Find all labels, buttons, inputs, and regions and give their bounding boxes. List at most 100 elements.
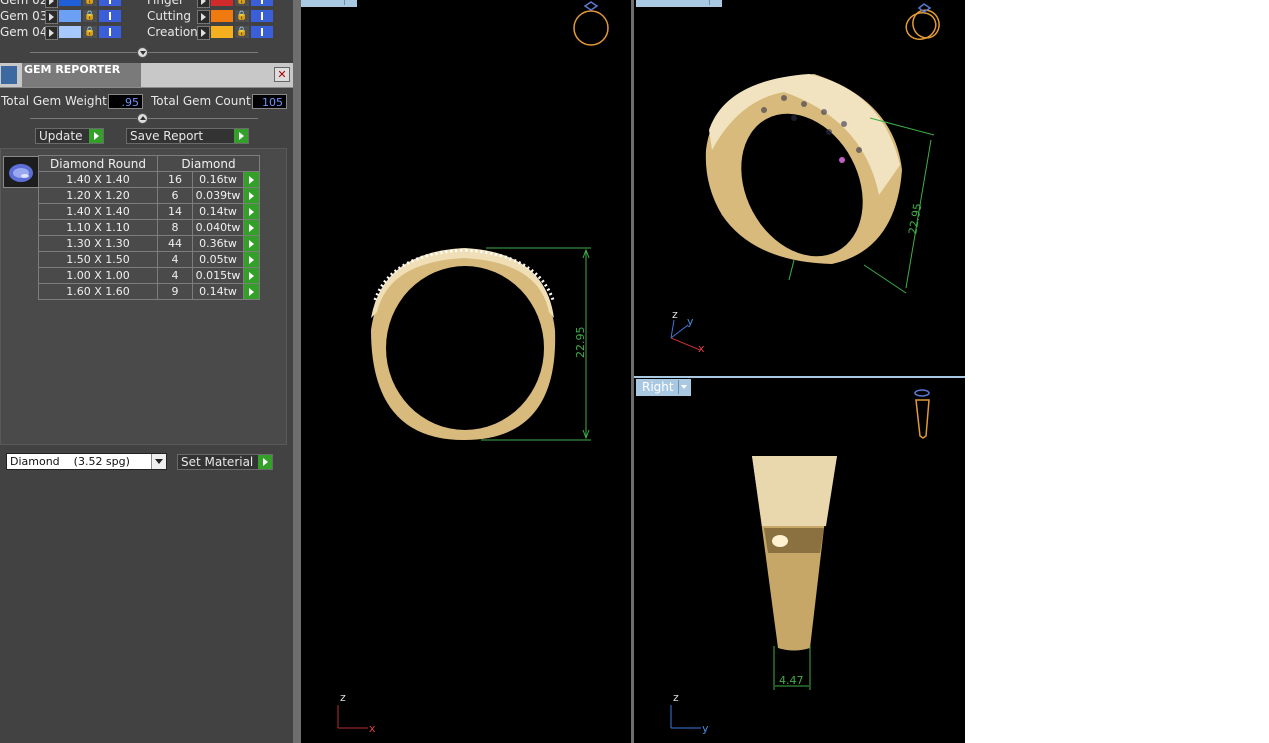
row-go-icon[interactable]	[243, 187, 260, 204]
gem-cell-count: 4	[157, 267, 193, 284]
table-row[interactable]: 1.30 X 1.30 44 0.36tw	[38, 235, 260, 252]
layer-visibility-toggle[interactable]	[99, 10, 121, 22]
gem-table-header-type: Diamond	[157, 155, 260, 172]
ring-perspective-icon[interactable]	[902, 3, 943, 43]
layer-color-swatch[interactable]	[211, 10, 233, 22]
layer-name: Gem 04	[0, 25, 48, 39]
ring-side-icon[interactable]	[914, 389, 930, 439]
layer-row[interactable]: Gem 04 🔒	[0, 24, 131, 40]
close-icon[interactable]: ✕	[274, 67, 290, 82]
table-row[interactable]: 1.40 X 1.40 16 0.16tw	[38, 171, 260, 188]
total-count-field[interactable]: 105	[252, 94, 287, 109]
gem-table-header-shape: Diamond Round	[38, 155, 158, 172]
table-row[interactable]: 1.10 X 1.10 8 0.040tw	[38, 219, 260, 236]
layer-color-swatch[interactable]	[211, 0, 233, 6]
lock-icon[interactable]: 🔒	[235, 10, 249, 22]
svg-text:x: x	[369, 722, 376, 735]
left-panel: Gem 02 🔒 Gem 03 🔒 Gem 04 🔒 Finger 🔒 Cutting 🔒 Cre…	[0, 0, 293, 743]
row-go-icon[interactable]	[243, 251, 260, 268]
layer-expand-icon[interactable]	[197, 0, 210, 8]
gem-cell-weight: 0.015tw	[192, 267, 244, 284]
gem-reporter-header: GEM REPORTER ✕	[0, 63, 293, 88]
perspective-viewport[interactable]: 22.95 z y x	[634, 0, 965, 376]
gem-cell-size: 1.00 X 1.00	[38, 267, 158, 284]
lock-icon[interactable]: 🔒	[235, 26, 249, 38]
diamond-thumbnail-icon[interactable]	[3, 156, 39, 188]
update-button[interactable]: Update	[35, 128, 104, 144]
gem-cell-size: 1.20 X 1.20	[38, 187, 158, 204]
lock-icon[interactable]: 🔒	[83, 26, 97, 38]
front-dimension-label: 22.95	[574, 327, 587, 359]
collapse-mid-icon[interactable]	[137, 113, 148, 124]
front-viewport[interactable]: 22.95 z x	[301, 0, 631, 743]
svg-text:z: z	[673, 691, 679, 704]
lock-icon[interactable]: 🔒	[235, 0, 249, 6]
layer-visibility-toggle[interactable]	[99, 26, 121, 38]
gem-reporter-icon	[1, 66, 17, 84]
layer-expand-icon[interactable]	[197, 10, 210, 24]
layer-color-swatch[interactable]	[211, 26, 233, 38]
gem-cell-count: 14	[157, 203, 193, 220]
row-go-icon[interactable]	[243, 171, 260, 188]
row-go-icon[interactable]	[243, 235, 260, 252]
table-row[interactable]: 1.40 X 1.40 14 0.14tw	[38, 203, 260, 220]
row-go-icon[interactable]	[243, 267, 260, 284]
material-select[interactable]: Diamond (3.52 spg)	[6, 453, 167, 470]
gem-cell-count: 16	[157, 171, 193, 188]
right-viewport[interactable]: Right 4.47 z y	[634, 378, 965, 743]
layer-visibility-toggle[interactable]	[251, 26, 273, 38]
layer-color-swatch[interactable]	[59, 0, 81, 6]
save-report-button[interactable]: Save Report	[126, 128, 249, 144]
layer-expand-icon[interactable]	[45, 26, 58, 40]
right-dimension-label: 4.47	[779, 674, 804, 687]
lock-icon[interactable]: 🔒	[83, 0, 97, 6]
ring-view-icon[interactable]	[573, 1, 609, 46]
lock-icon[interactable]: 🔒	[83, 10, 97, 22]
table-row[interactable]: 1.00 X 1.00 4 0.015tw	[38, 267, 260, 284]
layer-row[interactable]: Creation 🔒	[147, 24, 283, 40]
layer-visibility-toggle[interactable]	[99, 0, 121, 6]
layer-row[interactable]: Finger 🔒	[147, 0, 283, 8]
gem-cell-size: 1.30 X 1.30	[38, 235, 158, 252]
gem-cell-size: 1.10 X 1.10	[38, 219, 158, 236]
layer-expand-icon[interactable]	[45, 10, 58, 24]
layer-expand-icon[interactable]	[45, 0, 58, 8]
layer-name: Gem 03	[0, 9, 48, 23]
table-row[interactable]: 1.50 X 1.50 4 0.05tw	[38, 251, 260, 268]
material-select-value: Diamond (3.52 spg)	[10, 455, 130, 468]
layer-color-swatch[interactable]	[59, 10, 81, 22]
gem-cell-weight: 0.14tw	[192, 283, 244, 300]
layer-row[interactable]: Gem 02 🔒	[0, 0, 131, 8]
gem-cell-size: 1.40 X 1.40	[38, 171, 158, 188]
perspective-dimension-label: 22.95	[906, 202, 924, 235]
row-go-icon[interactable]	[243, 203, 260, 220]
save-report-go-icon	[234, 129, 248, 143]
row-go-icon[interactable]	[243, 283, 260, 300]
layer-row[interactable]: Gem 03 🔒	[0, 8, 131, 24]
set-material-button[interactable]: Set Material	[177, 454, 273, 470]
layer-name: Gem 02	[0, 0, 48, 7]
layer-visibility-toggle[interactable]	[251, 0, 273, 6]
update-go-icon	[89, 129, 103, 143]
row-go-icon[interactable]	[243, 219, 260, 236]
gem-reporter-title: GEM REPORTER	[22, 63, 141, 87]
layer-visibility-toggle[interactable]	[251, 10, 273, 22]
layer-row[interactable]: Cutting 🔒	[147, 8, 283, 24]
chevron-down-icon[interactable]	[151, 454, 166, 469]
svg-text:y: y	[687, 315, 694, 328]
right-axis-triad: z y	[670, 691, 709, 735]
table-row[interactable]: 1.60 X 1.60 9 0.14tw	[38, 283, 260, 300]
table-row[interactable]: 1.20 X 1.20 6 0.039tw	[38, 187, 260, 204]
total-weight-field[interactable]: .95	[108, 94, 143, 109]
total-weight-label: Total Gem Weight	[1, 94, 107, 108]
layer-expand-icon[interactable]	[197, 26, 210, 40]
svg-text:z: z	[340, 691, 346, 704]
layer-name: Cutting	[147, 9, 191, 23]
panel-separator[interactable]	[293, 0, 301, 743]
layer-color-swatch[interactable]	[59, 26, 81, 38]
gem-cell-weight: 0.039tw	[192, 187, 244, 204]
ring-perspective-model	[705, 74, 902, 264]
collapse-top-icon[interactable]	[137, 47, 148, 58]
ring-side-model	[752, 456, 837, 651]
set-material-go-icon	[258, 455, 272, 469]
